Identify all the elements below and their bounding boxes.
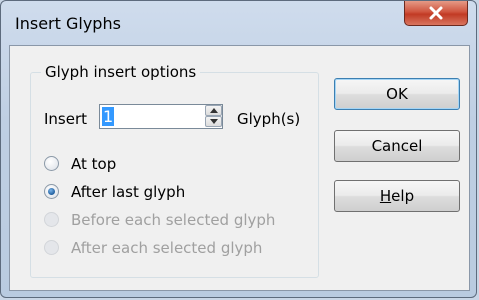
arrow-up-icon xyxy=(210,108,218,113)
radio-label: After each selected glyph xyxy=(71,239,263,257)
radio-button xyxy=(44,212,59,227)
title-bar[interactable]: Insert Glyphs xyxy=(1,1,476,45)
group-legend: Glyph insert options xyxy=(41,63,201,81)
radio-label: Before each selected glyph xyxy=(71,211,276,229)
spin-up-button[interactable] xyxy=(205,105,222,116)
cancel-button[interactable]: Cancel xyxy=(334,130,460,162)
arrow-down-icon xyxy=(210,119,218,124)
close-button[interactable] xyxy=(404,1,468,26)
radio-label: After last glyph xyxy=(71,183,186,201)
help-accelerator: H xyxy=(379,187,392,205)
glyphs-unit-label: Glyph(s) xyxy=(237,110,301,128)
insert-count-input[interactable]: 1 xyxy=(102,107,115,126)
window-title: Insert Glyphs xyxy=(15,14,121,33)
dialog-window: Insert Glyphs Glyph insert options Inser… xyxy=(0,0,477,298)
dialog-client-area: Glyph insert options Insert 1 Glyph(s) A… xyxy=(9,45,470,291)
help-label-rest: elp xyxy=(391,187,415,205)
radio-label: At top xyxy=(71,155,117,173)
radio-button xyxy=(44,240,59,255)
help-button[interactable]: Help xyxy=(334,180,460,212)
insert-label: Insert xyxy=(44,110,88,128)
glyph-insert-options-group: Glyph insert options Insert 1 Glyph(s) A… xyxy=(30,63,319,278)
radio-selected-dot xyxy=(48,188,55,195)
radio-button[interactable] xyxy=(44,184,59,199)
ok-button[interactable]: OK xyxy=(334,78,460,110)
insert-count-spinbox[interactable]: 1 xyxy=(99,104,223,129)
spin-down-button[interactable] xyxy=(205,116,222,127)
radio-button[interactable] xyxy=(44,156,59,171)
close-icon xyxy=(429,6,443,20)
